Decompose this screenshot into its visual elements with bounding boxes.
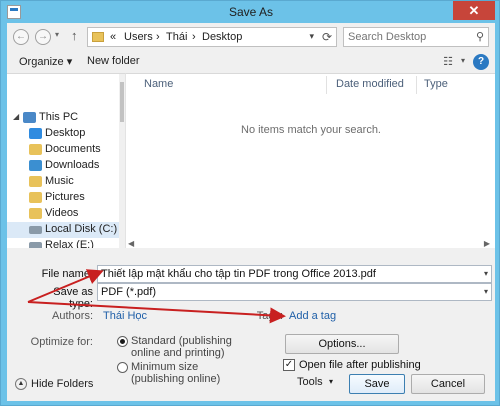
save-as-dialog: Save As ✕ ← → ▾ ↑ « Users › Thái › Deskt… bbox=[0, 0, 500, 406]
drive-icon bbox=[29, 226, 42, 234]
column-header-name[interactable]: Name bbox=[144, 78, 173, 90]
recent-dropdown-icon[interactable]: ▾ bbox=[55, 30, 59, 39]
nav-label: Desktop bbox=[45, 127, 86, 139]
column-header-type[interactable]: Type bbox=[424, 78, 448, 90]
authors-value[interactable]: Thái Học bbox=[103, 310, 147, 322]
up-arrow-icon[interactable]: ↑ bbox=[71, 28, 78, 43]
address-row: ← → ▾ ↑ « Users › Thái › Desktop ▾ ⟳ ⚲ bbox=[7, 23, 495, 51]
back-button[interactable]: ← bbox=[13, 29, 29, 45]
tools-dropdown-icon[interactable]: ▾ bbox=[329, 377, 333, 386]
nav-label: Downloads bbox=[45, 159, 100, 171]
organize-button[interactable]: Organize ▾ bbox=[19, 55, 72, 68]
breadcrumb-thai[interactable]: Thái bbox=[166, 31, 187, 43]
file-name-value: Thiết lập mật khẩu cho tập tin PDF trong… bbox=[101, 268, 376, 280]
forward-button[interactable]: → bbox=[35, 29, 51, 45]
column-divider[interactable] bbox=[326, 76, 327, 94]
tags-label: Tags: bbox=[256, 310, 283, 322]
breadcrumb-users[interactable]: Users bbox=[124, 31, 153, 43]
save-type-value: PDF (*.pdf) bbox=[101, 286, 157, 298]
standard-label-line1: Standard (publishing bbox=[131, 335, 232, 347]
add-tag-link[interactable]: Add a tag bbox=[289, 310, 336, 322]
address-dropdown-icon[interactable]: ▾ bbox=[309, 31, 314, 42]
nav-item-relax[interactable]: Relax (E:) bbox=[7, 238, 125, 248]
dialog-body: ← → ▾ ↑ « Users › Thái › Desktop ▾ ⟳ ⚲ O… bbox=[7, 23, 495, 401]
nav-item-downloads[interactable]: Downloads bbox=[7, 158, 125, 174]
view-dropdown-icon[interactable]: ▾ bbox=[461, 56, 465, 65]
pictures-folder-icon bbox=[29, 192, 42, 203]
save-type-select[interactable]: PDF (*.pdf) ▾ bbox=[97, 283, 492, 301]
save-options-form: File name: Thiết lập mật khẩu cho tập ti… bbox=[7, 248, 495, 385]
options-button[interactable]: Options... bbox=[285, 334, 399, 354]
breadcrumb-separator: › bbox=[192, 31, 196, 43]
hide-folders-icon[interactable]: ▲ bbox=[15, 378, 27, 390]
authors-label: Authors: bbox=[52, 310, 93, 322]
collapse-arrow-icon[interactable]: ◢ bbox=[13, 112, 19, 121]
scrollbar-thumb[interactable] bbox=[120, 82, 124, 122]
column-divider[interactable] bbox=[416, 76, 417, 94]
search-box[interactable]: ⚲ bbox=[343, 27, 489, 47]
nav-item-this-pc[interactable]: ◢ This PC bbox=[7, 110, 125, 126]
close-button[interactable]: ✕ bbox=[453, 1, 495, 20]
breadcrumb-separator: › bbox=[156, 31, 160, 43]
nav-label: Videos bbox=[45, 207, 79, 219]
scroll-right-icon[interactable]: ▶ bbox=[484, 239, 490, 248]
standard-radio[interactable] bbox=[117, 336, 128, 347]
nav-item-local-disk[interactable]: Local Disk (C:) bbox=[7, 222, 125, 238]
file-name-label: File name: bbox=[41, 268, 93, 280]
command-bar: Organize ▾ New folder ☷ ▾ ? bbox=[7, 51, 495, 73]
help-icon[interactable]: ? bbox=[473, 54, 489, 70]
videos-folder-icon bbox=[29, 208, 42, 219]
title-bar: Save As ✕ bbox=[1, 1, 500, 23]
nav-item-documents[interactable]: Documents bbox=[7, 142, 125, 158]
nav-item-videos[interactable]: Videos bbox=[7, 206, 125, 222]
downloads-folder-icon bbox=[29, 160, 42, 171]
save-button[interactable]: Save bbox=[349, 374, 405, 394]
computer-icon bbox=[23, 112, 36, 123]
file-list: Name Date modified Type No items match y… bbox=[125, 73, 495, 248]
nav-label: This PC bbox=[39, 111, 79, 123]
address-bar[interactable]: « Users › Thái › Desktop ▾ ⟳ bbox=[87, 27, 337, 47]
navigation-pane: ◢ This PC Desktop Documents Downloads Mu… bbox=[7, 73, 125, 248]
file-name-dropdown-icon[interactable]: ▾ bbox=[484, 266, 488, 282]
refresh-icon[interactable]: ⟳ bbox=[322, 30, 332, 44]
tools-button[interactable]: Tools bbox=[297, 376, 323, 388]
save-type-label: Save as type: bbox=[53, 286, 93, 310]
documents-folder-icon bbox=[29, 144, 42, 155]
folder-icon bbox=[92, 32, 104, 42]
optimize-label: Optimize for: bbox=[30, 336, 93, 348]
nav-label: Local Disk (C:) bbox=[45, 223, 118, 235]
standard-label-line2: online and printing) bbox=[131, 347, 225, 359]
nav-item-desktop[interactable]: Desktop bbox=[7, 126, 125, 142]
view-options-icon[interactable]: ☷ bbox=[443, 55, 453, 68]
save-type-dropdown-icon[interactable]: ▾ bbox=[484, 284, 488, 300]
scroll-left-icon[interactable]: ◀ bbox=[128, 239, 134, 248]
nav-label: Music bbox=[45, 175, 74, 187]
nav-item-pictures[interactable]: Pictures bbox=[7, 190, 125, 206]
column-header-date-modified[interactable]: Date modified bbox=[336, 78, 404, 90]
nav-label: Pictures bbox=[45, 191, 85, 203]
desktop-folder-icon bbox=[29, 128, 42, 139]
empty-message: No items match your search. bbox=[241, 124, 381, 136]
dialog-footer: ▲ Hide Folders Tools ▾ Save Cancel bbox=[7, 368, 495, 401]
search-input[interactable] bbox=[348, 30, 468, 44]
nav-item-music[interactable]: Music bbox=[7, 174, 125, 190]
cancel-button[interactable]: Cancel bbox=[411, 374, 485, 394]
breadcrumb-overflow[interactable]: « bbox=[110, 31, 116, 43]
hide-folders-button[interactable]: Hide Folders bbox=[31, 378, 93, 390]
nav-label: Relax (E:) bbox=[45, 239, 94, 248]
music-folder-icon bbox=[29, 176, 42, 187]
breadcrumb-desktop[interactable]: Desktop bbox=[202, 31, 242, 43]
window-title: Save As bbox=[228, 5, 274, 19]
new-folder-button[interactable]: New folder bbox=[87, 55, 140, 67]
file-name-input[interactable]: Thiết lập mật khẩu cho tập tin PDF trong… bbox=[97, 265, 492, 283]
search-icon[interactable]: ⚲ bbox=[476, 30, 484, 43]
nav-label: Documents bbox=[45, 143, 101, 155]
